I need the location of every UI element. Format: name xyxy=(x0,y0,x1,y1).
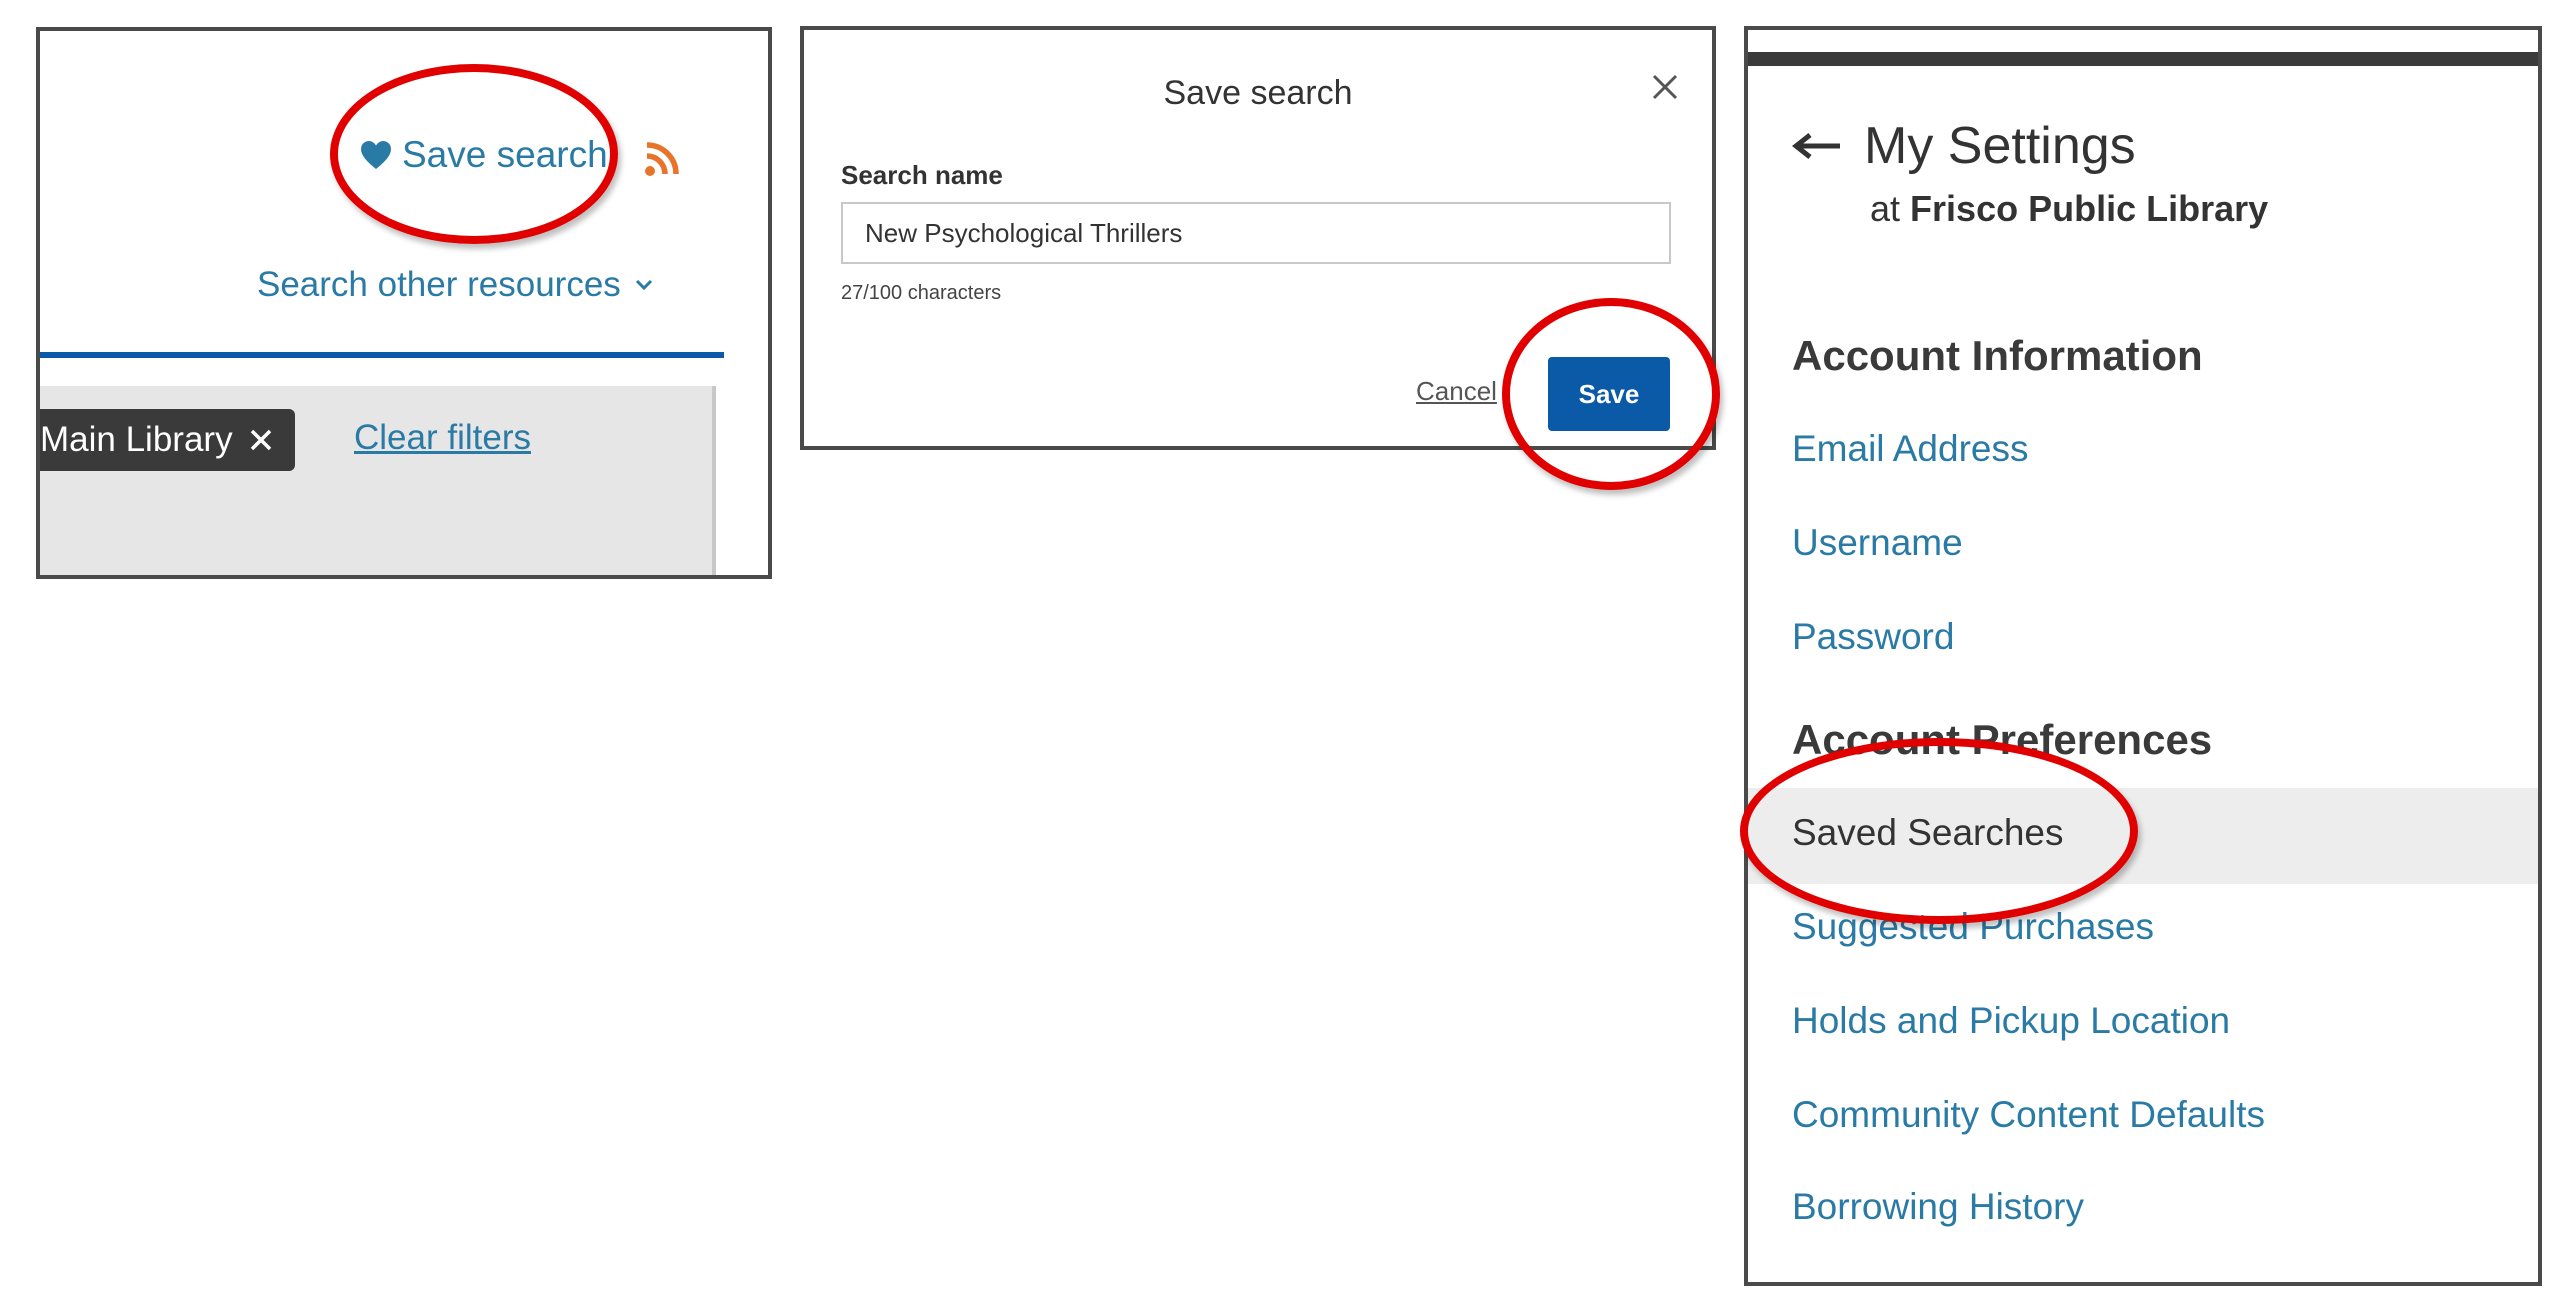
top-bar xyxy=(1748,52,2538,66)
save-search-label: Save search xyxy=(402,134,608,175)
search-name-input[interactable] xyxy=(841,202,1671,264)
settings-item-community-content-defaults[interactable]: Community Content Defaults xyxy=(1792,1094,2265,1136)
close-icon[interactable] xyxy=(1652,74,1678,100)
dialog-title: Save search xyxy=(1163,74,1353,112)
settings-item-password[interactable]: Password xyxy=(1792,616,1954,658)
settings-item-saved-searches-label: Saved Searches xyxy=(1792,812,2064,853)
library-name: Frisco Public Library xyxy=(1910,188,2269,229)
settings-item-email-address[interactable]: Email Address xyxy=(1792,428,2029,470)
rss-icon[interactable] xyxy=(644,141,680,177)
arrow-left-icon xyxy=(1792,133,1840,159)
search-other-resources-dropdown[interactable]: Search other resources xyxy=(257,265,653,305)
filter-chip[interactable]: Main Library xyxy=(40,409,295,471)
back-to-my-settings[interactable]: My Settings xyxy=(1792,116,2136,176)
section-heading-account-information: Account Information xyxy=(1792,332,2203,379)
clear-filters-link[interactable]: Clear filters xyxy=(354,418,531,458)
at-prefix: at xyxy=(1870,188,1901,229)
chevron-down-icon xyxy=(635,279,652,291)
close-icon[interactable] xyxy=(249,428,273,452)
heart-icon xyxy=(361,141,391,169)
search-results-panel: Save search Search other resources Main … xyxy=(36,27,772,579)
save-search-dialog: Save search Search name 27/100 character… xyxy=(800,26,1716,450)
settings-item-borrowing-history[interactable]: Borrowing History xyxy=(1792,1186,2084,1228)
character-count: 27/100 characters xyxy=(841,282,1002,304)
settings-item-username[interactable]: Username xyxy=(1792,522,1963,564)
library-line: at Frisco Public Library xyxy=(1870,188,2268,230)
filter-chip-label: Main Library xyxy=(40,420,233,459)
settings-item-holds-pickup-location[interactable]: Holds and Pickup Location xyxy=(1792,1000,2230,1042)
cancel-button[interactable]: Cancel xyxy=(1416,376,1497,407)
results-divider xyxy=(40,352,724,358)
save-button[interactable]: Save xyxy=(1548,357,1670,431)
search-other-resources-label: Search other resources xyxy=(257,265,621,304)
search-name-label: Search name xyxy=(841,160,1003,190)
my-settings-panel: My Settings at Frisco Public Library Acc… xyxy=(1744,26,2542,1286)
save-search-button[interactable]: Save search xyxy=(360,134,608,175)
settings-title: My Settings xyxy=(1864,117,2136,175)
section-heading-account-preferences: Account Preferences xyxy=(1792,716,2213,763)
settings-item-suggested-purchases[interactable]: Suggested Purchases xyxy=(1792,906,2154,948)
